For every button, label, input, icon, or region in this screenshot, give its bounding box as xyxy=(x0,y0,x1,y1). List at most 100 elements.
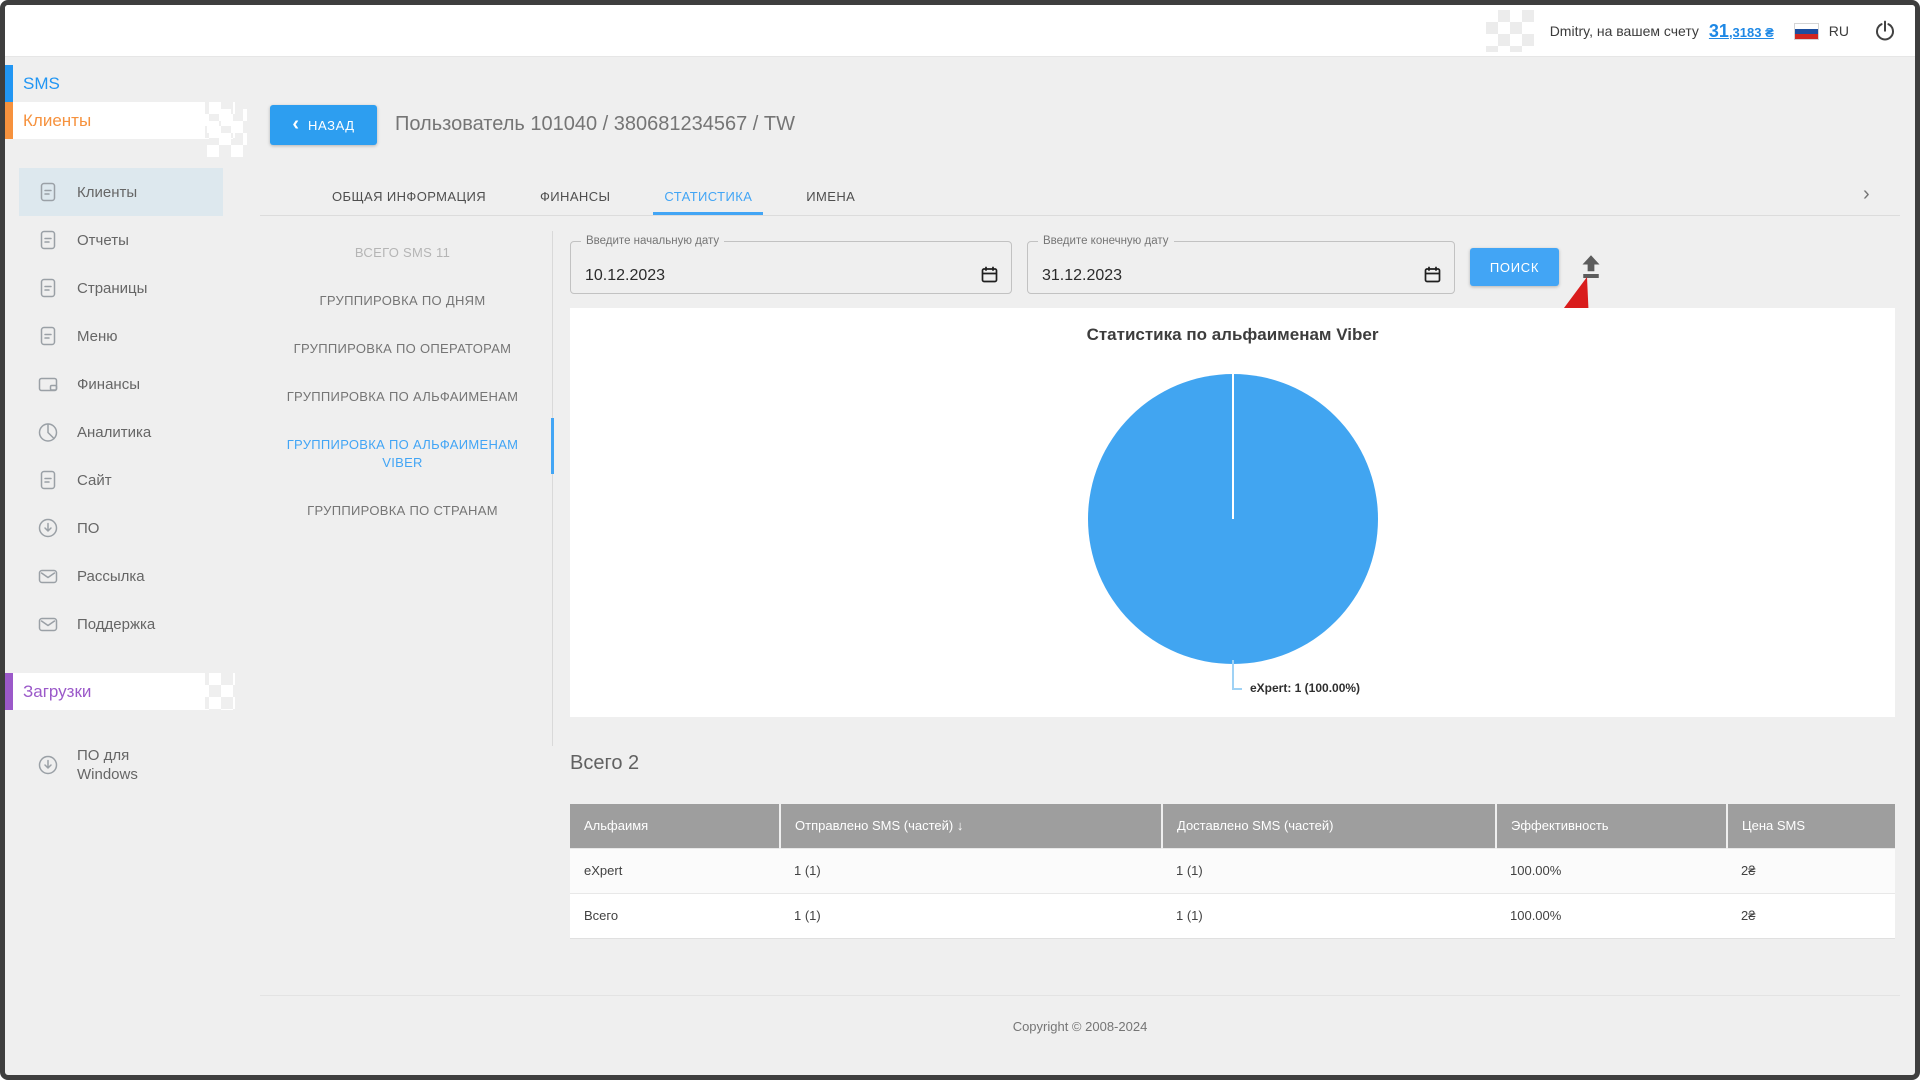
cell-price: 2₴ xyxy=(1727,893,1895,938)
envelope-icon xyxy=(37,565,59,587)
sidebar-item-pages[interactable]: Страницы xyxy=(19,264,223,312)
cell-sent: 1 (1) xyxy=(780,848,1162,893)
sidebar-section-downloads[interactable]: Загрузки xyxy=(5,673,205,710)
russian-flag-icon[interactable] xyxy=(1794,23,1819,40)
submenu-group-by-countries[interactable]: ГРУППИРОВКА ПО СТРАНАМ xyxy=(260,487,545,535)
start-date-field[interactable]: Введите начальную дату 10.12.2023 xyxy=(570,235,1012,294)
download-icon xyxy=(37,517,59,539)
chart-title: Статистика по альфаименам Viber xyxy=(570,325,1895,345)
chart-card: Статистика по альфаименам Viber eXpert: … xyxy=(570,308,1895,717)
calendar-icon[interactable] xyxy=(1423,265,1442,284)
pixel-decoration-content xyxy=(207,109,247,157)
submenu-active-indicator xyxy=(551,418,554,474)
tab-names[interactable]: ИМЕНА xyxy=(779,177,882,215)
sidebar-item-label: ПО для Windows xyxy=(77,746,147,784)
sidebar-section-clients-label: Клиенты xyxy=(23,111,91,131)
sidebar-item-finances[interactable]: Финансы xyxy=(19,360,223,408)
downloads-accent-bar xyxy=(5,673,13,710)
chevron-left-icon: ‹ xyxy=(292,115,299,133)
table-row-total: Всего 1 (1) 1 (1) 100.00% 2₴ xyxy=(570,893,1895,938)
clients-accent-bar xyxy=(5,102,13,139)
app-root: Dmitry, на вашем счету 31,3183 ₴ RU SMS … xyxy=(5,5,1915,1075)
sidebar-item-mailing[interactable]: Рассылка xyxy=(19,552,223,600)
table-header-row: Альфаимя Отправлено SMS (частей) ↓ Доста… xyxy=(570,804,1895,848)
cell-delivered: 1 (1) xyxy=(1162,893,1496,938)
download-icon xyxy=(37,754,59,776)
alphanames-table: Альфаимя Отправлено SMS (частей) ↓ Доста… xyxy=(570,804,1895,939)
sidebar-section-downloads-label: Загрузки xyxy=(23,682,91,702)
submenu-group-by-alphanames-viber[interactable]: ГРУППИРОВКА ПО АЛЬФАИМЕНАМ VIBER xyxy=(260,421,545,487)
calendar-icon[interactable] xyxy=(980,265,999,284)
sidebar-item-analytics[interactable]: Аналитика xyxy=(19,408,223,456)
cell-price: 2₴ xyxy=(1727,848,1895,893)
sms-accent-bar xyxy=(5,65,13,102)
wallet-icon xyxy=(37,373,59,395)
browser-window: Dmitry, на вашем счету 31,3183 ₴ RU SMS … xyxy=(0,0,1920,1080)
pie-chart-icon xyxy=(37,421,59,443)
sidebar-section-clients[interactable]: Клиенты xyxy=(5,102,205,139)
tabs-divider xyxy=(260,215,1900,216)
back-button[interactable]: ‹ НАЗАД xyxy=(270,105,377,145)
pixel-decoration-topbar xyxy=(1486,10,1534,52)
back-button-label: НАЗАД xyxy=(308,118,355,133)
balance-fraction: ,3183 ₴ xyxy=(1729,25,1774,40)
cell-delivered: 1 (1) xyxy=(1162,848,1496,893)
document-icon xyxy=(37,229,59,251)
submenu-group-by-operators[interactable]: ГРУППИРОВКА ПО ОПЕРАТОРАМ xyxy=(260,325,545,373)
sidebar-item-label: Отчеты xyxy=(77,231,129,250)
submenu-divider xyxy=(552,231,553,746)
sidebar-section-sms[interactable]: SMS xyxy=(5,65,217,102)
start-date-label: Введите начальную дату xyxy=(581,235,724,247)
sidebar-item-label: Аналитика xyxy=(77,423,151,442)
envelope-icon xyxy=(37,613,59,635)
sidebar-item-reports[interactable]: Отчеты xyxy=(19,216,223,264)
sidebar-item-label: Клиенты xyxy=(77,183,137,202)
footer-divider xyxy=(260,995,1900,996)
sidebar-item-label: Рассылка xyxy=(77,567,145,586)
sidebar-item-site[interactable]: Сайт xyxy=(19,456,223,504)
pie-slice-expert xyxy=(1088,374,1378,664)
end-date-label: Введите конечную дату xyxy=(1038,235,1174,247)
end-date-value[interactable]: 31.12.2023 xyxy=(1042,267,1122,285)
document-icon xyxy=(37,325,59,347)
tab-finances[interactable]: ФИНАНСЫ xyxy=(513,177,637,215)
upload-export-icon[interactable] xyxy=(1576,252,1606,282)
cell-alphaname: Всего xyxy=(570,893,780,938)
sidebar-item-software[interactable]: ПО xyxy=(19,504,223,552)
sidebar-item-clients[interactable]: Клиенты xyxy=(19,168,223,216)
page-title: Пользователь 101040 / 380681234567 / TW xyxy=(395,113,795,136)
sidebar-item-label: Финансы xyxy=(77,375,140,394)
cell-alphaname: eXpert xyxy=(570,848,780,893)
balance-int: 31 xyxy=(1709,21,1729,41)
tab-general-info[interactable]: ОБЩАЯ ИНФОРМАЦИЯ xyxy=(305,177,513,215)
sidebar-item-menu[interactable]: Меню xyxy=(19,312,223,360)
sidebar-item-windows-software[interactable]: ПО для Windows xyxy=(19,733,223,797)
column-header-alphaname[interactable]: Альфаимя xyxy=(570,804,780,848)
balance-link[interactable]: 31,3183 ₴ xyxy=(1709,21,1774,42)
end-date-field[interactable]: Введите конечную дату 31.12.2023 xyxy=(1027,235,1455,294)
submenu-group-by-alphanames[interactable]: ГРУППИРОВКА ПО АЛЬФАИМЕНАМ xyxy=(260,373,545,421)
tab-statistics[interactable]: СТАТИСТИКА xyxy=(637,177,779,215)
statistics-submenu: ВСЕГО SMS 11 ГРУППИРОВКА ПО ДНЯМ ГРУППИР… xyxy=(260,229,545,535)
document-icon xyxy=(37,469,59,491)
language-label[interactable]: RU xyxy=(1829,23,1849,39)
submenu-group-by-days[interactable]: ГРУППИРОВКА ПО ДНЯМ xyxy=(260,277,545,325)
topbar: Dmitry, на вашем счету 31,3183 ₴ RU xyxy=(5,5,1915,57)
cell-effectiveness: 100.00% xyxy=(1496,893,1727,938)
column-header-delivered-sms[interactable]: Доставлено SMS (частей) xyxy=(1162,804,1496,848)
column-header-sent-sms-sorted[interactable]: Отправлено SMS (частей) ↓ xyxy=(780,804,1162,848)
user-greeting: Dmitry, на вашем счету xyxy=(1550,23,1699,39)
column-header-effectiveness[interactable]: Эффективность xyxy=(1496,804,1727,848)
table-summary: Всего 2 xyxy=(570,752,639,775)
pie-slice-border xyxy=(1232,374,1234,519)
search-button[interactable]: ПОИСК xyxy=(1470,248,1559,286)
tabs-scroll-right-icon[interactable]: › xyxy=(1863,183,1870,206)
sidebar-item-label: Поддержка xyxy=(77,615,155,634)
table-row: eXpert 1 (1) 1 (1) 100.00% 2₴ xyxy=(570,848,1895,893)
sidebar-item-support[interactable]: Поддержка xyxy=(19,600,223,648)
copyright: Copyright © 2008-2024 xyxy=(260,1019,1900,1034)
cell-effectiveness: 100.00% xyxy=(1496,848,1727,893)
column-header-sms-price[interactable]: Цена SMS xyxy=(1727,804,1895,848)
start-date-value[interactable]: 10.12.2023 xyxy=(585,267,665,285)
power-logout-icon[interactable] xyxy=(1873,19,1897,43)
